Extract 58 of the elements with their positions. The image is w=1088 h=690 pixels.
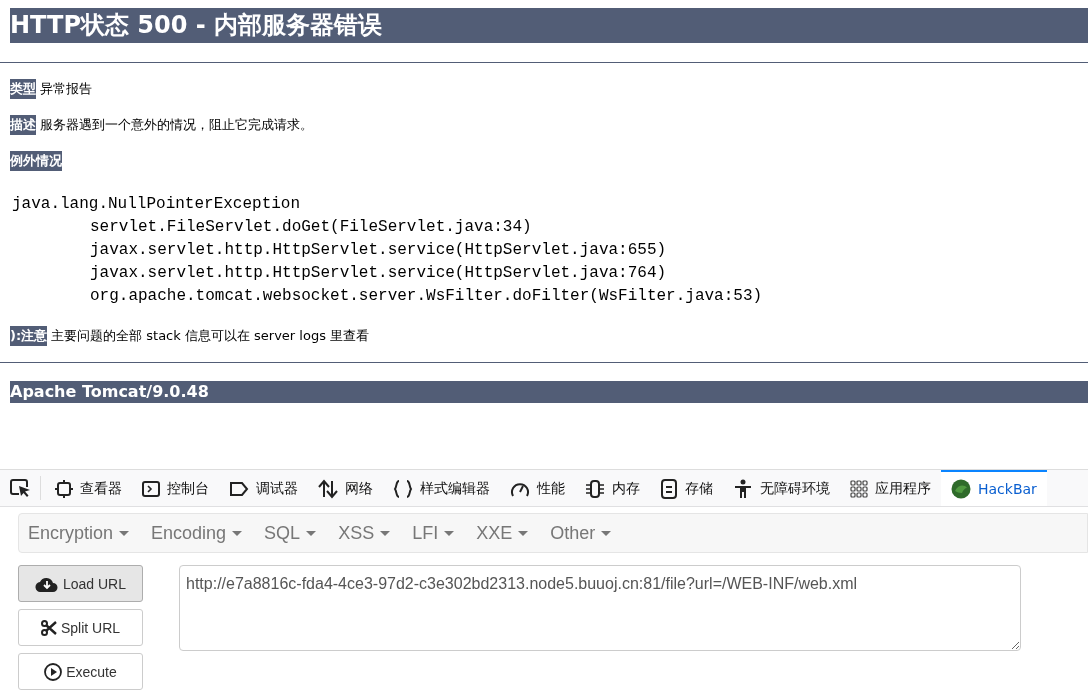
console-icon (142, 480, 160, 498)
action-button[interactable]: Load URL (18, 565, 143, 602)
dropdown-menu[interactable]: Encryption (21, 522, 145, 544)
grid-icon (850, 480, 868, 498)
cabinet-icon (660, 479, 678, 499)
person-icon (733, 479, 753, 499)
devtools-tab[interactable]: 查看器 (45, 470, 132, 506)
stack-frame: javax.servlet.http.HttpServlet.service(HttpServlet.java:655) (12, 239, 1088, 262)
devtools-tab[interactable]: 应用程序 (840, 470, 941, 506)
devtools-tab[interactable]: HackBar (941, 470, 1047, 506)
note-text: 主要问题的全部 stack 信息可以在 server logs 里查看 (51, 327, 370, 345)
chip-icon (585, 480, 605, 498)
exception-label: 例外情况 (10, 151, 62, 171)
dropdown-menu[interactable]: XSS (331, 522, 406, 544)
field-label: 描述 (10, 115, 36, 135)
devtools-tab[interactable]: 样式编辑器 (383, 470, 500, 506)
action-button[interactable]: Split URL (18, 609, 143, 646)
caret-icon (444, 530, 455, 536)
devtools-tab[interactable]: 无障碍环境 (723, 470, 840, 506)
caret-icon (306, 530, 317, 536)
error-title: HTTP状态 500 - 内部服务器错误 (10, 8, 1088, 43)
field-value: 服务器遇到一个意外的情况，阻止它完成请求。 (40, 116, 313, 134)
field-value: 异常报告 (40, 80, 92, 98)
play-icon (44, 662, 63, 681)
dropdown-menu[interactable]: Encoding (144, 522, 258, 544)
gauge-icon (510, 480, 530, 498)
devtools-tab[interactable]: 内存 (575, 470, 650, 506)
devtools-tab[interactable]: 控制台 (132, 470, 219, 506)
caret-icon (380, 530, 391, 536)
devtools-tab[interactable]: 调试器 (219, 470, 308, 506)
caret-icon (232, 530, 243, 536)
element-picker-icon[interactable] (10, 478, 32, 498)
cloud-download-icon (34, 575, 59, 592)
stack-frame: servlet.FileServlet.doGet(FileServlet.java:34) (12, 216, 1088, 239)
field-label: 类型 (10, 79, 36, 99)
dropdown-menu[interactable]: Other (543, 522, 627, 544)
action-button[interactable]: Execute (18, 653, 143, 690)
devtools-tab[interactable]: 网络 (308, 470, 383, 506)
frame-icon (55, 480, 73, 498)
devtools-tab[interactable]: 存储 (650, 470, 723, 506)
note-label: ):注意 (10, 326, 48, 346)
exception-name: java.lang.NullPointerException (12, 194, 302, 215)
tag-icon (229, 481, 249, 497)
caret-icon (518, 530, 529, 536)
caret-icon (601, 530, 612, 536)
dropdown-menu[interactable]: XXE (469, 522, 544, 544)
up-down-arrows-icon (318, 479, 338, 499)
server-version: Apache Tomcat/9.0.48 (10, 381, 1088, 403)
devtools-tab[interactable]: 性能 (500, 470, 575, 506)
stack-frame: org.apache.tomcat.websocket.server.WsFilter.doFilter(WsFilter.java:53) (12, 285, 1088, 308)
circle-logo-icon (951, 479, 971, 499)
caret-icon (119, 530, 130, 536)
dropdown-menu[interactable]: SQL (257, 522, 332, 544)
scissors-icon (40, 619, 57, 636)
url-input[interactable]: http://e7a8816c-fda4-4ce3-97d2-c3e302bd2313.node5.buuoj.cn:81/file?url=/WEB-INF/web.xml (179, 565, 1021, 651)
braces-icon (393, 479, 413, 499)
stack-frame: javax.servlet.http.HttpServlet.service(HttpServlet.java:764) (12, 262, 1088, 285)
dropdown-menu[interactable]: LFI (405, 522, 470, 544)
